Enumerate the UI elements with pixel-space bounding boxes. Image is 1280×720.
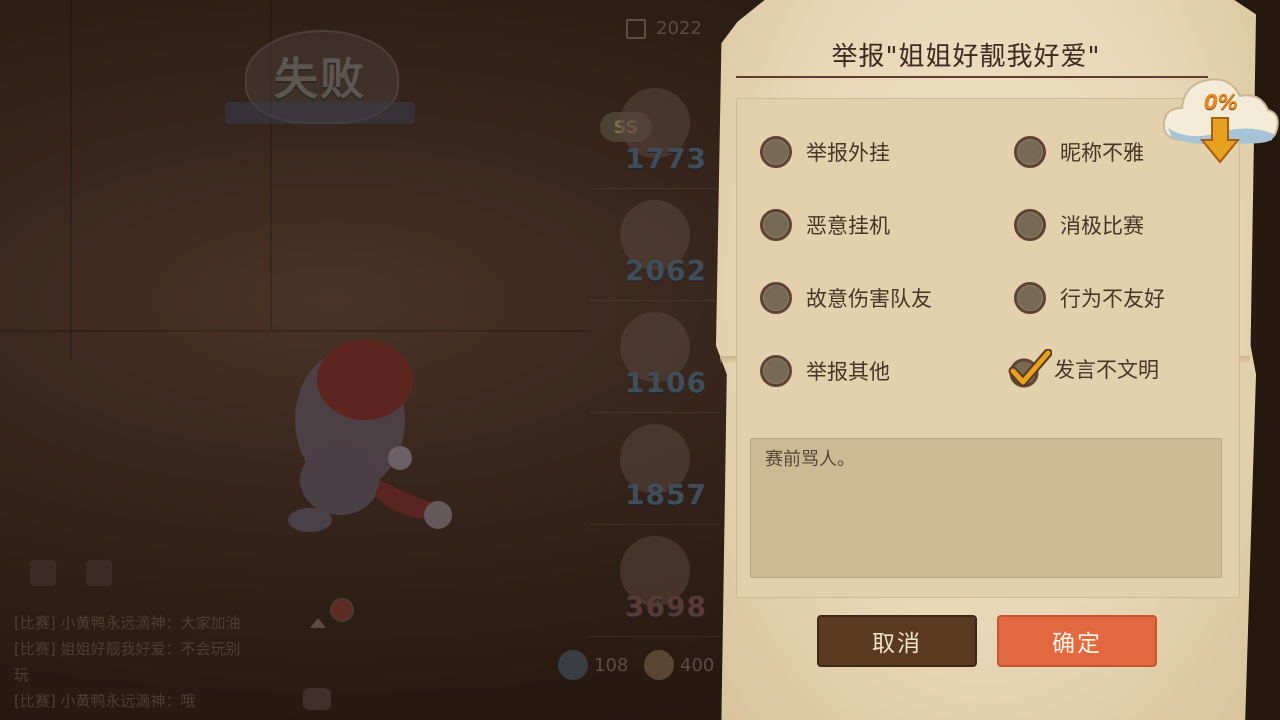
expand-chat-icon[interactable] <box>310 618 326 628</box>
radio-icon[interactable] <box>1014 209 1046 241</box>
chat-log: [比赛] 小黄鸭永远滴神：大家加油 [比赛] 姐姐好靓我好爱：不会玩别 玩 [比… <box>14 610 304 714</box>
radio-icon[interactable] <box>760 209 792 241</box>
radio-icon[interactable] <box>760 355 792 387</box>
chat-line: [比赛] 小黄鸭永远滴神：哦 <box>14 692 196 710</box>
option-unfriendly[interactable]: 行为不友好 <box>1014 278 1165 318</box>
date-row: 2022 <box>626 18 702 39</box>
download-progress-badge[interactable]: 0% <box>1160 62 1280 172</box>
cheese-icon <box>644 650 674 680</box>
option-bad-nickname[interactable]: 昵称不雅 <box>1014 132 1144 172</box>
title-divider <box>736 76 1208 78</box>
cancel-button[interactable]: 取消 <box>817 615 977 667</box>
player-score: 1773 <box>625 142 707 175</box>
player-card: 1106 <box>590 304 720 413</box>
notification-dot-icon <box>330 598 354 622</box>
confirm-button[interactable]: 确定 <box>997 615 1157 667</box>
option-afk[interactable]: 恶意挂机 <box>760 205 890 245</box>
player-card: 1773 <box>590 80 720 189</box>
player-score: 1106 <box>625 366 707 399</box>
player-card: 2062 <box>590 192 720 301</box>
option-harm-teammate[interactable]: 故意伤害队友 <box>760 278 932 318</box>
radio-icon[interactable] <box>1014 282 1046 314</box>
checked-checkmark-icon[interactable] <box>1008 349 1052 389</box>
currency-item: 108 <box>558 650 628 680</box>
player-card: 3698 <box>590 528 720 637</box>
dialog-title: 举报"姐姐好靓我好爱" <box>831 42 1101 72</box>
chat-line: 玩 <box>14 666 30 684</box>
speaker-icon[interactable] <box>30 560 56 586</box>
option-passive-play[interactable]: 消极比赛 <box>1014 205 1144 245</box>
chat-bubble-icon[interactable] <box>303 688 331 710</box>
download-percent: 0% <box>1204 90 1238 114</box>
option-other[interactable]: 举报其他 <box>760 351 890 391</box>
chat-line: [比赛] 小黄鸭永远滴神：大家加油 <box>14 614 241 632</box>
player-score: 2062 <box>625 254 707 287</box>
chat-line: [比赛] 姐姐好靓我好爱：不会玩别 <box>14 640 241 658</box>
mic-muted-icon[interactable] <box>86 560 112 586</box>
option-abusive-language[interactable]: 发言不文明 <box>1008 349 1159 389</box>
report-reason-textarea[interactable]: 赛前骂人。 <box>750 438 1222 578</box>
player-score: 1857 <box>625 478 707 511</box>
cloud-download-icon <box>1162 78 1279 164</box>
calendar-icon <box>626 19 646 39</box>
result-title: 失败 <box>225 20 415 130</box>
gem-icon <box>558 650 588 680</box>
character-illustration <box>288 340 452 532</box>
player-score: 3698 <box>625 590 707 623</box>
currency-item: 400 <box>644 650 714 680</box>
player-card: 1857 <box>590 416 720 525</box>
radio-icon[interactable] <box>1014 136 1046 168</box>
radio-icon[interactable] <box>760 136 792 168</box>
voice-controls <box>30 560 142 590</box>
radio-icon[interactable] <box>760 282 792 314</box>
option-cheating[interactable]: 举报外挂 <box>760 132 890 172</box>
